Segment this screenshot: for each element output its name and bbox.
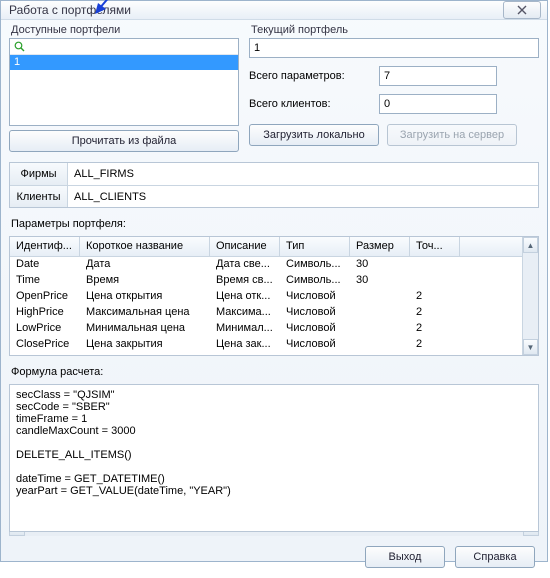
cell-type: Числовой (280, 289, 350, 305)
params-table: Идентиф... Короткое название Описание Ти… (9, 236, 539, 356)
cell-size (350, 337, 410, 353)
cell-id: Date (10, 257, 80, 273)
table-scrollbar[interactable]: ▲ ▼ (522, 237, 538, 355)
close-button[interactable] (503, 1, 541, 19)
current-portfolio-input[interactable] (249, 38, 539, 58)
window-title: Работа с портфелями (9, 3, 503, 17)
cell-prec: 2 (410, 321, 460, 337)
cell-short: Цена закрытия (80, 337, 210, 353)
total-params-input[interactable] (379, 66, 497, 86)
close-icon (516, 5, 528, 15)
col-id[interactable]: Идентиф... (10, 237, 80, 256)
table-row[interactable]: TimeВремяВремя св...Символь...30 (10, 273, 522, 289)
cell-size: 30 (350, 257, 410, 273)
cell-prec: 2 (410, 337, 460, 353)
firms-clients-grid: Фирмы ALL_FIRMS Клиенты ALL_CLIENTS (9, 162, 539, 208)
cell-id: Time (10, 273, 80, 289)
cell-size: 30 (350, 273, 410, 289)
table-row[interactable]: LowPriceМинимальная ценаМинимал...Числов… (10, 321, 522, 337)
cell-prec: 2 (410, 305, 460, 321)
cell-desc: Минимал... (210, 321, 280, 337)
col-size[interactable]: Размер (350, 237, 410, 256)
tab-firms[interactable]: Фирмы (10, 163, 68, 185)
table-row[interactable]: DateДатаДата све...Символь...30 (10, 257, 522, 273)
cell-short: Минимальная цена (80, 321, 210, 337)
cell-id: LowPrice (10, 321, 80, 337)
tab-clients[interactable]: Клиенты (10, 186, 68, 207)
cell-prec: 2 (410, 289, 460, 305)
table-row[interactable]: OpenPriceЦена открытияЦена отк...Числово… (10, 289, 522, 305)
help-button[interactable]: Справка (455, 546, 535, 568)
cell-id: HighPrice (10, 305, 80, 321)
cell-id: ClosePrice (10, 337, 80, 353)
portfolio-window: Работа с портфелями Доступные портфели 1… (0, 0, 548, 562)
read-from-file-button[interactable]: Прочитать из файла (9, 130, 239, 152)
clients-value[interactable]: ALL_CLIENTS (68, 186, 538, 207)
cell-desc: Цена зак... (210, 337, 280, 353)
cell-size (350, 305, 410, 321)
params-section-label: Параметры портфеля: (11, 218, 539, 230)
cell-type: Символь... (280, 273, 350, 289)
available-portfolios-label: Доступные портфели (11, 24, 239, 36)
table-row[interactable]: ClosePriceЦена закрытияЦена зак...Числов… (10, 337, 522, 353)
formula-section-label: Формула расчета: (11, 366, 539, 378)
col-short[interactable]: Короткое название (80, 237, 210, 256)
scroll-up-icon[interactable]: ▲ (523, 237, 538, 253)
cell-desc: Цена отк... (210, 289, 280, 305)
total-clients-input[interactable] (379, 94, 497, 114)
cell-desc: Дата све... (210, 257, 280, 273)
col-type[interactable]: Тип (280, 237, 350, 256)
table-header: Идентиф... Короткое название Описание Ти… (10, 237, 522, 257)
cell-short: Дата (80, 257, 210, 273)
cell-prec (410, 273, 460, 289)
cell-type: Числовой (280, 321, 350, 337)
cell-desc: Максима... (210, 305, 280, 321)
total-params-label: Всего параметров: (249, 70, 379, 82)
load-server-button: Загрузить на сервер (387, 124, 517, 146)
scroll-down-icon[interactable]: ▼ (523, 339, 538, 355)
total-clients-label: Всего клиентов: (249, 98, 379, 110)
cell-desc: Время св... (210, 273, 280, 289)
list-item[interactable]: 1 (10, 55, 238, 70)
exit-button[interactable]: Выход (365, 546, 445, 568)
col-desc[interactable]: Описание (210, 237, 280, 256)
formula-textarea[interactable]: secClass = "QJSIM" secCode = "SBER" time… (9, 384, 539, 532)
col-prec[interactable]: Точ... (410, 237, 460, 256)
cell-short: Время (80, 273, 210, 289)
search-icon (14, 41, 25, 52)
cell-prec (410, 257, 460, 273)
table-row[interactable]: HighPriceМаксимальная ценаМаксима...Числ… (10, 305, 522, 321)
firms-value[interactable]: ALL_FIRMS (68, 163, 538, 185)
cell-type: Символь... (280, 257, 350, 273)
cell-size (350, 321, 410, 337)
available-portfolios-list[interactable]: 1 (9, 38, 239, 126)
cell-type: Числовой (280, 337, 350, 353)
cell-type: Числовой (280, 305, 350, 321)
titlebar: Работа с портфелями (1, 1, 547, 20)
cell-short: Максимальная цена (80, 305, 210, 321)
current-portfolio-label: Текущий портфель (251, 24, 539, 36)
cell-short: Цена открытия (80, 289, 210, 305)
cell-size (350, 289, 410, 305)
load-local-button[interactable]: Загрузить локально (249, 124, 379, 146)
list-search-icon (10, 39, 238, 55)
cell-id: OpenPrice (10, 289, 80, 305)
